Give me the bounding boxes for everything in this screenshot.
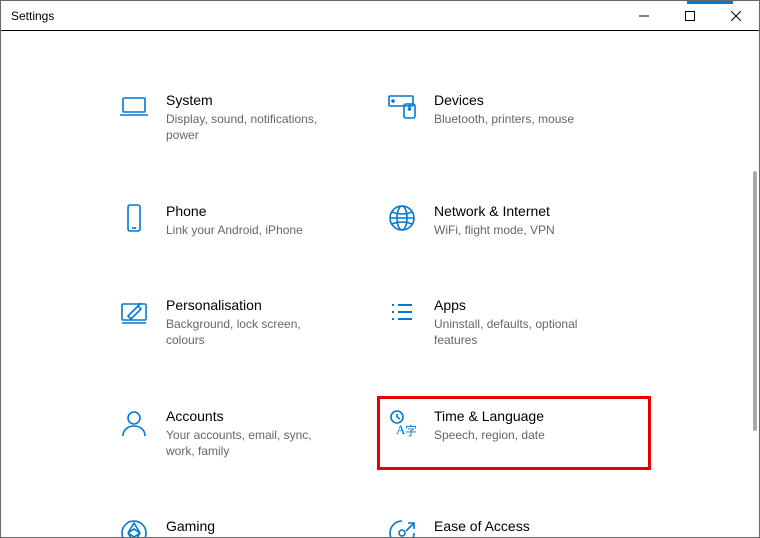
svg-text:字: 字 bbox=[405, 423, 417, 438]
tile-desc: Your accounts, email, sync, work, family bbox=[166, 427, 326, 459]
content-area: System Display, sound, notifications, po… bbox=[1, 31, 759, 537]
tile-desc: Link your Android, iPhone bbox=[166, 222, 303, 238]
devices-icon bbox=[386, 91, 418, 123]
maximize-button[interactable] bbox=[667, 1, 713, 31]
time-language-icon: A 字 bbox=[386, 407, 418, 439]
tile-devices[interactable]: Devices Bluetooth, printers, mouse bbox=[384, 87, 644, 148]
tile-label: Time & Language bbox=[434, 407, 545, 425]
tile-desc: WiFi, flight mode, VPN bbox=[434, 222, 555, 238]
titlebar: Settings bbox=[1, 1, 759, 31]
personalisation-icon bbox=[118, 296, 150, 328]
tile-label: Phone bbox=[166, 202, 303, 220]
scrollbar-thumb[interactable] bbox=[753, 171, 757, 431]
tile-personalisation[interactable]: Personalisation Background, lock screen,… bbox=[116, 292, 376, 353]
accent-strip bbox=[687, 1, 733, 4]
settings-window: Settings System Displa bbox=[0, 0, 760, 538]
gaming-icon bbox=[118, 517, 150, 537]
ease-of-access-icon bbox=[386, 517, 418, 537]
tile-label: Gaming bbox=[166, 517, 215, 535]
apps-icon bbox=[386, 296, 418, 328]
tile-label: Devices bbox=[434, 91, 574, 109]
tile-label: Accounts bbox=[166, 407, 326, 425]
window-title: Settings bbox=[11, 9, 54, 23]
tile-time-language[interactable]: A 字 Time & Language Speech, region, date bbox=[384, 403, 644, 464]
tile-gaming[interactable]: Gaming bbox=[116, 513, 376, 537]
tile-desc: Speech, region, date bbox=[434, 427, 545, 443]
globe-icon bbox=[386, 202, 418, 234]
tile-label: Ease of Access bbox=[434, 517, 530, 535]
person-icon bbox=[118, 407, 150, 439]
settings-grid: System Display, sound, notifications, po… bbox=[1, 87, 759, 537]
laptop-icon bbox=[118, 91, 150, 123]
tile-desc: Uninstall, defaults, optional features bbox=[434, 316, 594, 348]
tile-label: Apps bbox=[434, 296, 594, 314]
tile-accounts[interactable]: Accounts Your accounts, email, sync, wor… bbox=[116, 403, 376, 464]
tile-apps[interactable]: Apps Uninstall, defaults, optional featu… bbox=[384, 292, 644, 353]
tile-phone[interactable]: Phone Link your Android, iPhone bbox=[116, 198, 376, 242]
minimize-button[interactable] bbox=[621, 1, 667, 31]
tile-label: Personalisation bbox=[166, 296, 326, 314]
tile-system[interactable]: System Display, sound, notifications, po… bbox=[116, 87, 376, 148]
tile-ease-of-access[interactable]: Ease of Access bbox=[384, 513, 644, 537]
phone-icon bbox=[118, 202, 150, 234]
tile-desc: Background, lock screen, colours bbox=[166, 316, 326, 348]
tile-label: System bbox=[166, 91, 326, 109]
tile-label: Network & Internet bbox=[434, 202, 555, 220]
scrollbar[interactable] bbox=[751, 171, 759, 431]
close-button[interactable] bbox=[713, 1, 759, 31]
tile-network[interactable]: Network & Internet WiFi, flight mode, VP… bbox=[384, 198, 644, 242]
tile-desc: Bluetooth, printers, mouse bbox=[434, 111, 574, 127]
tile-desc: Display, sound, notifications, power bbox=[166, 111, 326, 143]
